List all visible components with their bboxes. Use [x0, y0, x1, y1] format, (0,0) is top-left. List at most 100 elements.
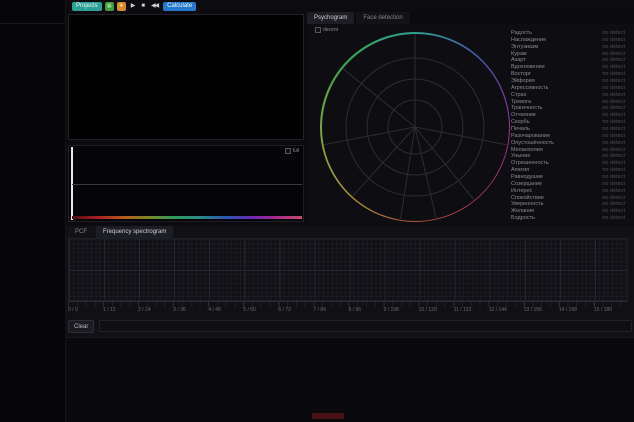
emotion-value: no detect	[602, 160, 625, 167]
emotion-row: Апатия no detect	[511, 167, 625, 174]
clear-button[interactable]: Clear	[68, 320, 94, 333]
full-checkbox[interactable]	[285, 148, 291, 154]
time-axis-labels: 0 / 0 1 / 12 2 / 24 3 / 36 4 / 48 5 / 60…	[68, 307, 634, 314]
emotion-value: no detect	[602, 167, 625, 174]
emotion-value: no detect	[602, 64, 625, 71]
time-axis-label: 11 / 132	[454, 307, 472, 313]
time-axis-label: 0 / 0	[68, 307, 78, 313]
emotion-row: Бодрость no detect	[511, 215, 625, 222]
empty-results-area	[66, 338, 634, 422]
tab-face-detection[interactable]: Face detection	[356, 12, 409, 24]
emotion-value: no detect	[602, 126, 625, 133]
emotion-row: Энтузиазм no detect	[511, 44, 625, 51]
tab-frequency-spectrogram[interactable]: Frequency spectrogram	[96, 226, 173, 238]
emotion-value: no detect	[602, 105, 625, 112]
spectrogram-canvas	[68, 238, 628, 301]
spectrogram-panel: PCF Frequency spectrogram 0 / 0 1 / 12 2…	[66, 226, 634, 338]
bottom-input[interactable]	[99, 320, 632, 332]
psychogram-panel: Psychogram Face detection decent Радость…	[307, 12, 634, 226]
projects-button[interactable]: Projects	[72, 2, 102, 11]
waveform-rainbow-strip	[72, 216, 302, 219]
emotion-row: Скорбь no detect	[511, 119, 625, 126]
taskbar-indicator	[312, 413, 344, 419]
emotion-label: Спокойствие	[511, 195, 544, 202]
stop-icon[interactable]: ■	[139, 2, 146, 11]
emotion-value: no detect	[602, 140, 625, 147]
full-label: full	[293, 148, 299, 154]
play-icon[interactable]: ▶	[129, 2, 137, 11]
video-preview	[68, 14, 304, 140]
bottom-tab-bar: PCF Frequency spectrogram	[68, 226, 175, 237]
emotion-list: Радость no detect Наслаждение no detect …	[511, 30, 625, 222]
emotion-label: Разочарование	[511, 133, 550, 140]
add-icon[interactable]: ✚	[117, 2, 126, 11]
emotion-value: no detect	[602, 119, 625, 126]
time-axis-label: 14 / 168	[559, 307, 577, 313]
emotion-label: Отрешенность	[511, 160, 549, 167]
tab-psychogram[interactable]: Psychogram	[307, 12, 354, 24]
emotion-value: no detect	[602, 57, 625, 64]
emotion-row: Отчаяние no detect	[511, 112, 625, 119]
emotion-value: no detect	[602, 78, 625, 85]
emotion-row: Отрешенность no detect	[511, 160, 625, 167]
emotion-value: no detect	[602, 133, 625, 140]
emotion-value: no detect	[602, 147, 625, 154]
emotion-label: Вдохновение	[511, 64, 545, 71]
time-axis-label: 2 / 24	[138, 307, 151, 313]
app-root: { "toolbar": { "projects_label": "Projec…	[0, 0, 634, 422]
emotion-value: no detect	[602, 195, 625, 202]
time-axis-label: 6 / 72	[278, 307, 291, 313]
emotion-row: Наслаждение no detect	[511, 37, 625, 44]
emotion-row: Радость no detect	[511, 30, 625, 37]
time-axis-label: 5 / 60	[243, 307, 256, 313]
emotion-row: Интерес no detect	[511, 188, 625, 195]
projects-sidebar	[0, 0, 66, 422]
emotion-label: Апатия	[511, 167, 529, 174]
emotion-value: no detect	[602, 215, 625, 222]
emotion-label: Созерцание	[511, 181, 542, 188]
emotion-row: Уверенность no detect	[511, 201, 625, 208]
rewind-icon[interactable]: ◀◀	[149, 2, 160, 11]
emotion-label: Восторг	[511, 71, 531, 78]
emotion-row: Восторг no detect	[511, 71, 625, 78]
emotion-row: Печаль no detect	[511, 126, 625, 133]
waveform-panel[interactable]: full	[68, 145, 304, 222]
emotion-value: no detect	[602, 201, 625, 208]
emotion-value: no detect	[602, 153, 625, 160]
time-axis-label: 13 / 156	[524, 307, 542, 313]
emotion-label: Опустошённость	[511, 140, 554, 147]
tab-pcf[interactable]: PCF	[68, 226, 94, 238]
emotion-label: Азарт	[511, 57, 526, 64]
emotion-value: no detect	[602, 99, 625, 106]
time-axis-label: 1 / 12	[103, 307, 116, 313]
emotion-label: Радость	[511, 30, 532, 37]
calculate-button[interactable]: Calculate	[163, 2, 196, 11]
emotion-label: Эйфория	[511, 78, 535, 85]
time-axis-label: 4 / 48	[208, 307, 221, 313]
emotion-row: Страх no detect	[511, 92, 625, 99]
time-axis-label: 7 / 84	[313, 307, 326, 313]
emotion-row: Меланхолия no detect	[511, 147, 625, 154]
time-axis-label: 8 / 96	[348, 307, 361, 313]
waveform-midline	[72, 184, 302, 185]
emotion-row: Эйфория no detect	[511, 78, 625, 85]
emotion-row: Тревога no detect	[511, 99, 625, 106]
film-icon[interactable]: ▦	[105, 2, 114, 11]
emotion-row: Равнодушие no detect	[511, 174, 625, 181]
time-axis-label: 15 / 180	[594, 307, 612, 313]
emotion-value: no detect	[602, 71, 625, 78]
emotion-label: Уныние	[511, 153, 530, 160]
emotion-value: no detect	[602, 85, 625, 92]
emotion-row: Разочарование no detect	[511, 133, 625, 140]
emotion-value: no detect	[602, 112, 625, 119]
emotion-value: no detect	[602, 44, 625, 51]
emotion-label: Трагичность	[511, 105, 542, 112]
time-axis-label: 10 / 120	[419, 307, 437, 313]
emotion-row: Созерцание no detect	[511, 181, 625, 188]
sidebar-divider	[0, 23, 65, 24]
emotion-label: Тревога	[511, 99, 531, 106]
emotion-row: Уныние no detect	[511, 153, 625, 160]
time-axis-label: 3 / 36	[173, 307, 186, 313]
emotion-value: no detect	[602, 51, 625, 58]
time-axis-label: 9 / 108	[384, 307, 399, 313]
